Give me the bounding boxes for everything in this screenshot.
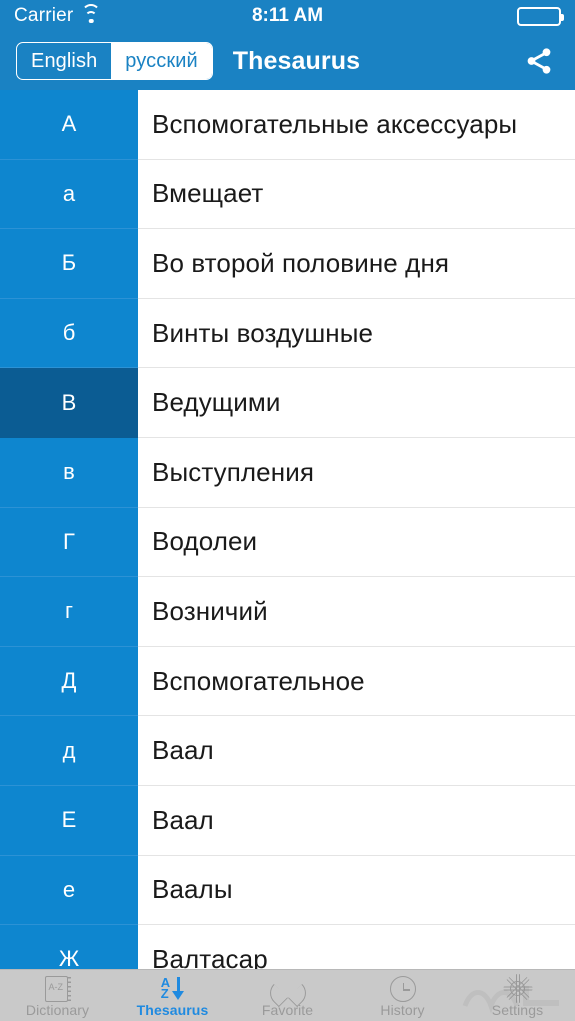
row-word-label: Возничий (152, 595, 268, 626)
clock-icon (389, 974, 416, 1002)
table-row[interactable]: г Возничий (0, 577, 575, 647)
carrier-label: Carrier (14, 5, 74, 26)
table-row[interactable]: е Ваалы (0, 855, 575, 926)
table-row[interactable]: Е Ваал (0, 785, 575, 856)
table-row[interactable]: Б Во второй половине дня (0, 229, 575, 299)
row-letter-index[interactable]: В (0, 368, 138, 438)
thesaurus-list[interactable]: А Вспомогательные аксессуары а Вмещает Б Во в… (0, 90, 575, 969)
table-row[interactable]: б Винты воздушные (0, 298, 575, 369)
tab-favorite-label: Favorite (261, 1002, 314, 1018)
share-button[interactable] (519, 41, 559, 81)
row-letter-index[interactable]: Е (0, 785, 138, 856)
table-row[interactable]: д Ваал (0, 716, 575, 786)
tab-history[interactable]: History (345, 970, 460, 1021)
row-letter-index[interactable]: А (0, 90, 138, 160)
sort-a-z-icon: AZ (161, 974, 185, 1002)
status-bar-right (517, 6, 564, 26)
tab-dictionary[interactable]: A-Z Dictionary (0, 970, 115, 1021)
battery-icon (517, 6, 564, 26)
table-row[interactable]: В Ведущими (0, 368, 575, 438)
row-word-label: Выступления (152, 456, 315, 487)
tab-history-label: History (380, 1002, 425, 1018)
tab-bar[interactable]: A-Z Dictionary AZ Thesaurus Favorite His… (0, 969, 575, 1021)
heart-icon (264, 974, 311, 1008)
row-letter-index[interactable]: б (0, 298, 138, 369)
tab-thesaurus-label: Thesaurus (136, 1002, 209, 1018)
row-word-label: Ваал (152, 735, 214, 766)
row-word-label: Водолеи (152, 526, 258, 557)
row-letter-index[interactable]: Г (0, 507, 138, 578)
row-word-label: Валтасар (152, 943, 268, 969)
row-letter-index[interactable]: а (0, 159, 138, 230)
navigation-bar: English русский Thesaurus (0, 32, 575, 90)
row-letter-index[interactable]: Ж (0, 925, 138, 969)
tab-dictionary-label: Dictionary (25, 1002, 90, 1018)
row-letter-index[interactable]: Д (0, 646, 138, 717)
row-letter-index[interactable]: е (0, 855, 138, 926)
row-word-label: Вспомогательные аксессуары (152, 108, 518, 139)
gear-icon (503, 974, 532, 1003)
row-word-label: Ваал (152, 804, 214, 835)
wifi-icon (81, 3, 101, 24)
tab-thesaurus[interactable]: AZ Thesaurus (115, 970, 230, 1021)
segment-english[interactable]: English (17, 43, 111, 79)
table-row[interactable]: Д Вспомогательное (0, 646, 575, 717)
tab-settings-label: Settings (491, 1002, 544, 1018)
segment-russian[interactable]: русский (111, 43, 212, 79)
row-letter-index[interactable]: в (0, 437, 138, 508)
table-row[interactable]: а Вмещает (0, 159, 575, 230)
row-word-label: Во второй половине дня (152, 247, 450, 278)
row-word-label: Вспомогательное (152, 665, 365, 696)
row-word-label: Ваалы (152, 874, 233, 905)
row-word-label: Вмещает (152, 178, 264, 209)
page-title: Thesaurus (232, 46, 361, 75)
row-letter-index[interactable]: д (0, 716, 138, 786)
row-word-label: Винты воздушные (152, 317, 374, 348)
book-az-icon: A-Z (44, 974, 71, 1002)
table-row[interactable]: А Вспомогательные аксессуары (0, 90, 575, 160)
tab-settings[interactable]: Settings (460, 970, 575, 1021)
status-bar-left: Carrier (14, 3, 101, 27)
row-word-label: Ведущими (152, 387, 281, 418)
table-row[interactable]: в Выступления (0, 437, 575, 508)
share-icon (527, 48, 551, 74)
table-row[interactable]: Г Водолеи (0, 507, 575, 578)
tab-favorite[interactable]: Favorite (230, 970, 345, 1021)
language-segmented-control[interactable]: English русский (16, 42, 213, 80)
row-letter-index[interactable]: Б (0, 229, 138, 299)
row-letter-index[interactable]: г (0, 577, 138, 647)
app-screen: Carrier 8:11 AM English русский Thesauru… (0, 0, 575, 1021)
table-row[interactable]: Ж Валтасар (0, 925, 575, 969)
status-bar: Carrier 8:11 AM (0, 0, 575, 32)
